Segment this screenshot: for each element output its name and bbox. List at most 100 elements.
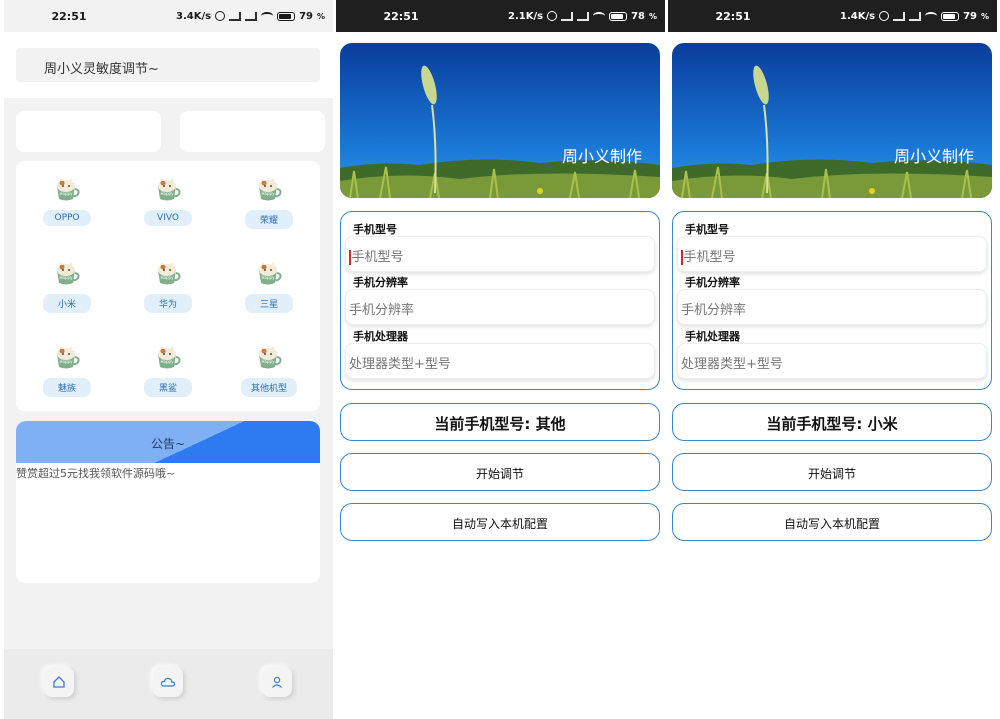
brand-item[interactable]: Happy 小米 xyxy=(32,262,102,313)
auto-write-button[interactable]: 自动写入本机配置 xyxy=(672,503,992,541)
model-placeholder: 手机型号 xyxy=(683,250,736,265)
brand-item[interactable]: Happy 其他机型 xyxy=(234,346,304,397)
status-time: 22:51 xyxy=(51,9,87,23)
banner-image: 周小义制作 xyxy=(340,43,660,198)
status-speed: 1.4K/s xyxy=(839,10,876,22)
model-input[interactable]: 手机型号 xyxy=(345,236,655,272)
wifi-icon xyxy=(925,12,938,20)
model-label: 手机型号 xyxy=(353,223,397,236)
status-time: 22:51 xyxy=(383,9,419,23)
cpu-input[interactable]: 处理器类型+型号 xyxy=(345,343,655,379)
notice-text: 赞赏超过5元找我领软件源码哦~ xyxy=(16,467,176,480)
cat-cup-icon: Happy xyxy=(32,346,102,370)
battery-level: 78 xyxy=(631,10,645,22)
banner-text: 周小义制作 xyxy=(894,147,974,166)
brand-label: OPPO xyxy=(43,210,91,226)
svg-text:Happy: Happy xyxy=(60,359,74,364)
svg-text:Happy: Happy xyxy=(60,191,74,196)
cat-cup-icon: Happy xyxy=(32,262,102,286)
battery-icon xyxy=(277,11,296,21)
status-bar: 22:51 1.4K/s 79% xyxy=(668,0,997,32)
cpu-placeholder: 处理器类型+型号 xyxy=(349,357,451,372)
alarm-icon xyxy=(879,11,890,21)
brand-item[interactable]: Happy 华为 xyxy=(133,262,203,313)
screen-config-other: 22:51 2.1K/s 78% 周小义制作 手机型号 手机型号 手机分辨率 手… xyxy=(336,0,665,719)
svg-text:Happy: Happy xyxy=(161,191,175,196)
svg-text:Happy: Happy xyxy=(60,275,74,280)
notice-title: 公告~ xyxy=(16,421,320,463)
info-card-left[interactable] xyxy=(16,111,161,152)
screen-config-xiaomi: 22:51 1.4K/s 79% 周小义制作 手机型号 手机型号 手机分辨率 手… xyxy=(668,0,997,719)
svg-text:Happy: Happy xyxy=(262,275,276,280)
cpu-label: 手机处理器 xyxy=(685,330,740,343)
brand-label: 荣耀 xyxy=(245,210,293,229)
current-model-display: 当前手机型号: 其他 xyxy=(340,403,660,441)
banner-text: 周小义制作 xyxy=(562,147,642,166)
brand-label: 黑鲨 xyxy=(144,378,192,397)
brand-label: 三星 xyxy=(245,294,293,313)
brand-label: VIVO xyxy=(144,210,192,226)
nav-profile-button[interactable] xyxy=(262,667,292,697)
signal-icon xyxy=(229,11,242,21)
brand-grid: Happy OPPO Happy VIVO Happy 荣耀 Happy 小米 Happy 华为 H… xyxy=(16,161,320,411)
cat-cup-icon: Happy xyxy=(234,178,304,202)
brand-label: 小米 xyxy=(43,294,91,313)
signal-icon-2 xyxy=(909,11,922,21)
resolution-input[interactable]: 手机分辨率 xyxy=(677,289,987,325)
user-icon xyxy=(272,676,282,688)
resolution-placeholder: 手机分辨率 xyxy=(681,303,747,318)
model-input[interactable]: 手机型号 xyxy=(677,236,987,272)
auto-write-button[interactable]: 自动写入本机配置 xyxy=(340,503,660,541)
app-title: 周小义灵敏度调节~ xyxy=(16,48,320,82)
brand-item[interactable]: Happy VIVO xyxy=(133,178,203,226)
brand-item[interactable]: Happy OPPO xyxy=(32,178,102,226)
signal-icon-2 xyxy=(245,11,258,21)
resolution-placeholder: 手机分辨率 xyxy=(349,303,415,318)
cat-cup-icon: Happy xyxy=(133,346,203,370)
bottom-nav xyxy=(4,649,333,719)
battery-icon xyxy=(941,11,960,21)
alarm-icon xyxy=(547,11,558,21)
brand-item[interactable]: Happy 魅族 xyxy=(32,346,102,397)
grass-landscape-image: 周小义制作 xyxy=(340,43,660,198)
model-label: 手机型号 xyxy=(685,223,729,236)
cpu-label: 手机处理器 xyxy=(353,330,408,343)
info-card-right[interactable] xyxy=(180,111,325,152)
svg-text:Happy: Happy xyxy=(161,275,175,280)
status-speed: 2.1K/s xyxy=(507,10,544,22)
signal-icon xyxy=(893,11,906,21)
start-button[interactable]: 开始调节 xyxy=(340,453,660,491)
svg-text:Happy: Happy xyxy=(262,191,276,196)
cpu-input[interactable]: 处理器类型+型号 xyxy=(677,343,987,379)
device-form: 手机型号 手机型号 手机分辨率 手机分辨率 手机处理器 处理器类型+型号 xyxy=(340,211,660,390)
brand-label: 其他机型 xyxy=(240,378,297,397)
battery-level: 79 xyxy=(963,10,977,22)
brand-item[interactable]: Happy 荣耀 xyxy=(234,178,304,229)
status-bar: 22:51 2.1K/s 78% xyxy=(336,0,665,32)
model-placeholder: 手机型号 xyxy=(351,250,404,265)
brand-label: 魅族 xyxy=(43,378,91,397)
wifi-icon xyxy=(261,12,274,20)
device-form: 手机型号 手机型号 手机分辨率 手机分辨率 手机处理器 处理器类型+型号 xyxy=(672,211,992,390)
text-caret xyxy=(681,250,683,265)
resolution-label: 手机分辨率 xyxy=(685,276,740,289)
screen-brand-select: 22:51 3.4K/s 79% 周小义灵敏度调节~ Happy OPPO Happ… xyxy=(4,0,333,719)
signal-icon xyxy=(561,11,574,21)
current-model-display: 当前手机型号: 小米 xyxy=(672,403,992,441)
cat-cup-icon: Happy xyxy=(32,178,102,202)
nav-home-button[interactable] xyxy=(44,667,74,697)
grass-landscape-image: 周小义制作 xyxy=(672,43,992,198)
resolution-input[interactable]: 手机分辨率 xyxy=(345,289,655,325)
home-icon xyxy=(53,676,65,688)
cat-cup-icon: Happy xyxy=(234,346,304,370)
nav-cloud-button[interactable] xyxy=(153,667,183,697)
brand-item[interactable]: Happy 黑鲨 xyxy=(133,346,203,397)
wifi-icon xyxy=(593,12,606,20)
brand-item[interactable]: Happy 三星 xyxy=(234,262,304,313)
cat-cup-icon: Happy xyxy=(133,178,203,202)
text-caret xyxy=(349,250,351,265)
cat-cup-icon: Happy xyxy=(234,262,304,286)
status-time: 22:51 xyxy=(715,9,751,23)
notice-card: 公告~ 赞赏超过5元找我领软件源码哦~ xyxy=(16,421,320,583)
start-button[interactable]: 开始调节 xyxy=(672,453,992,491)
